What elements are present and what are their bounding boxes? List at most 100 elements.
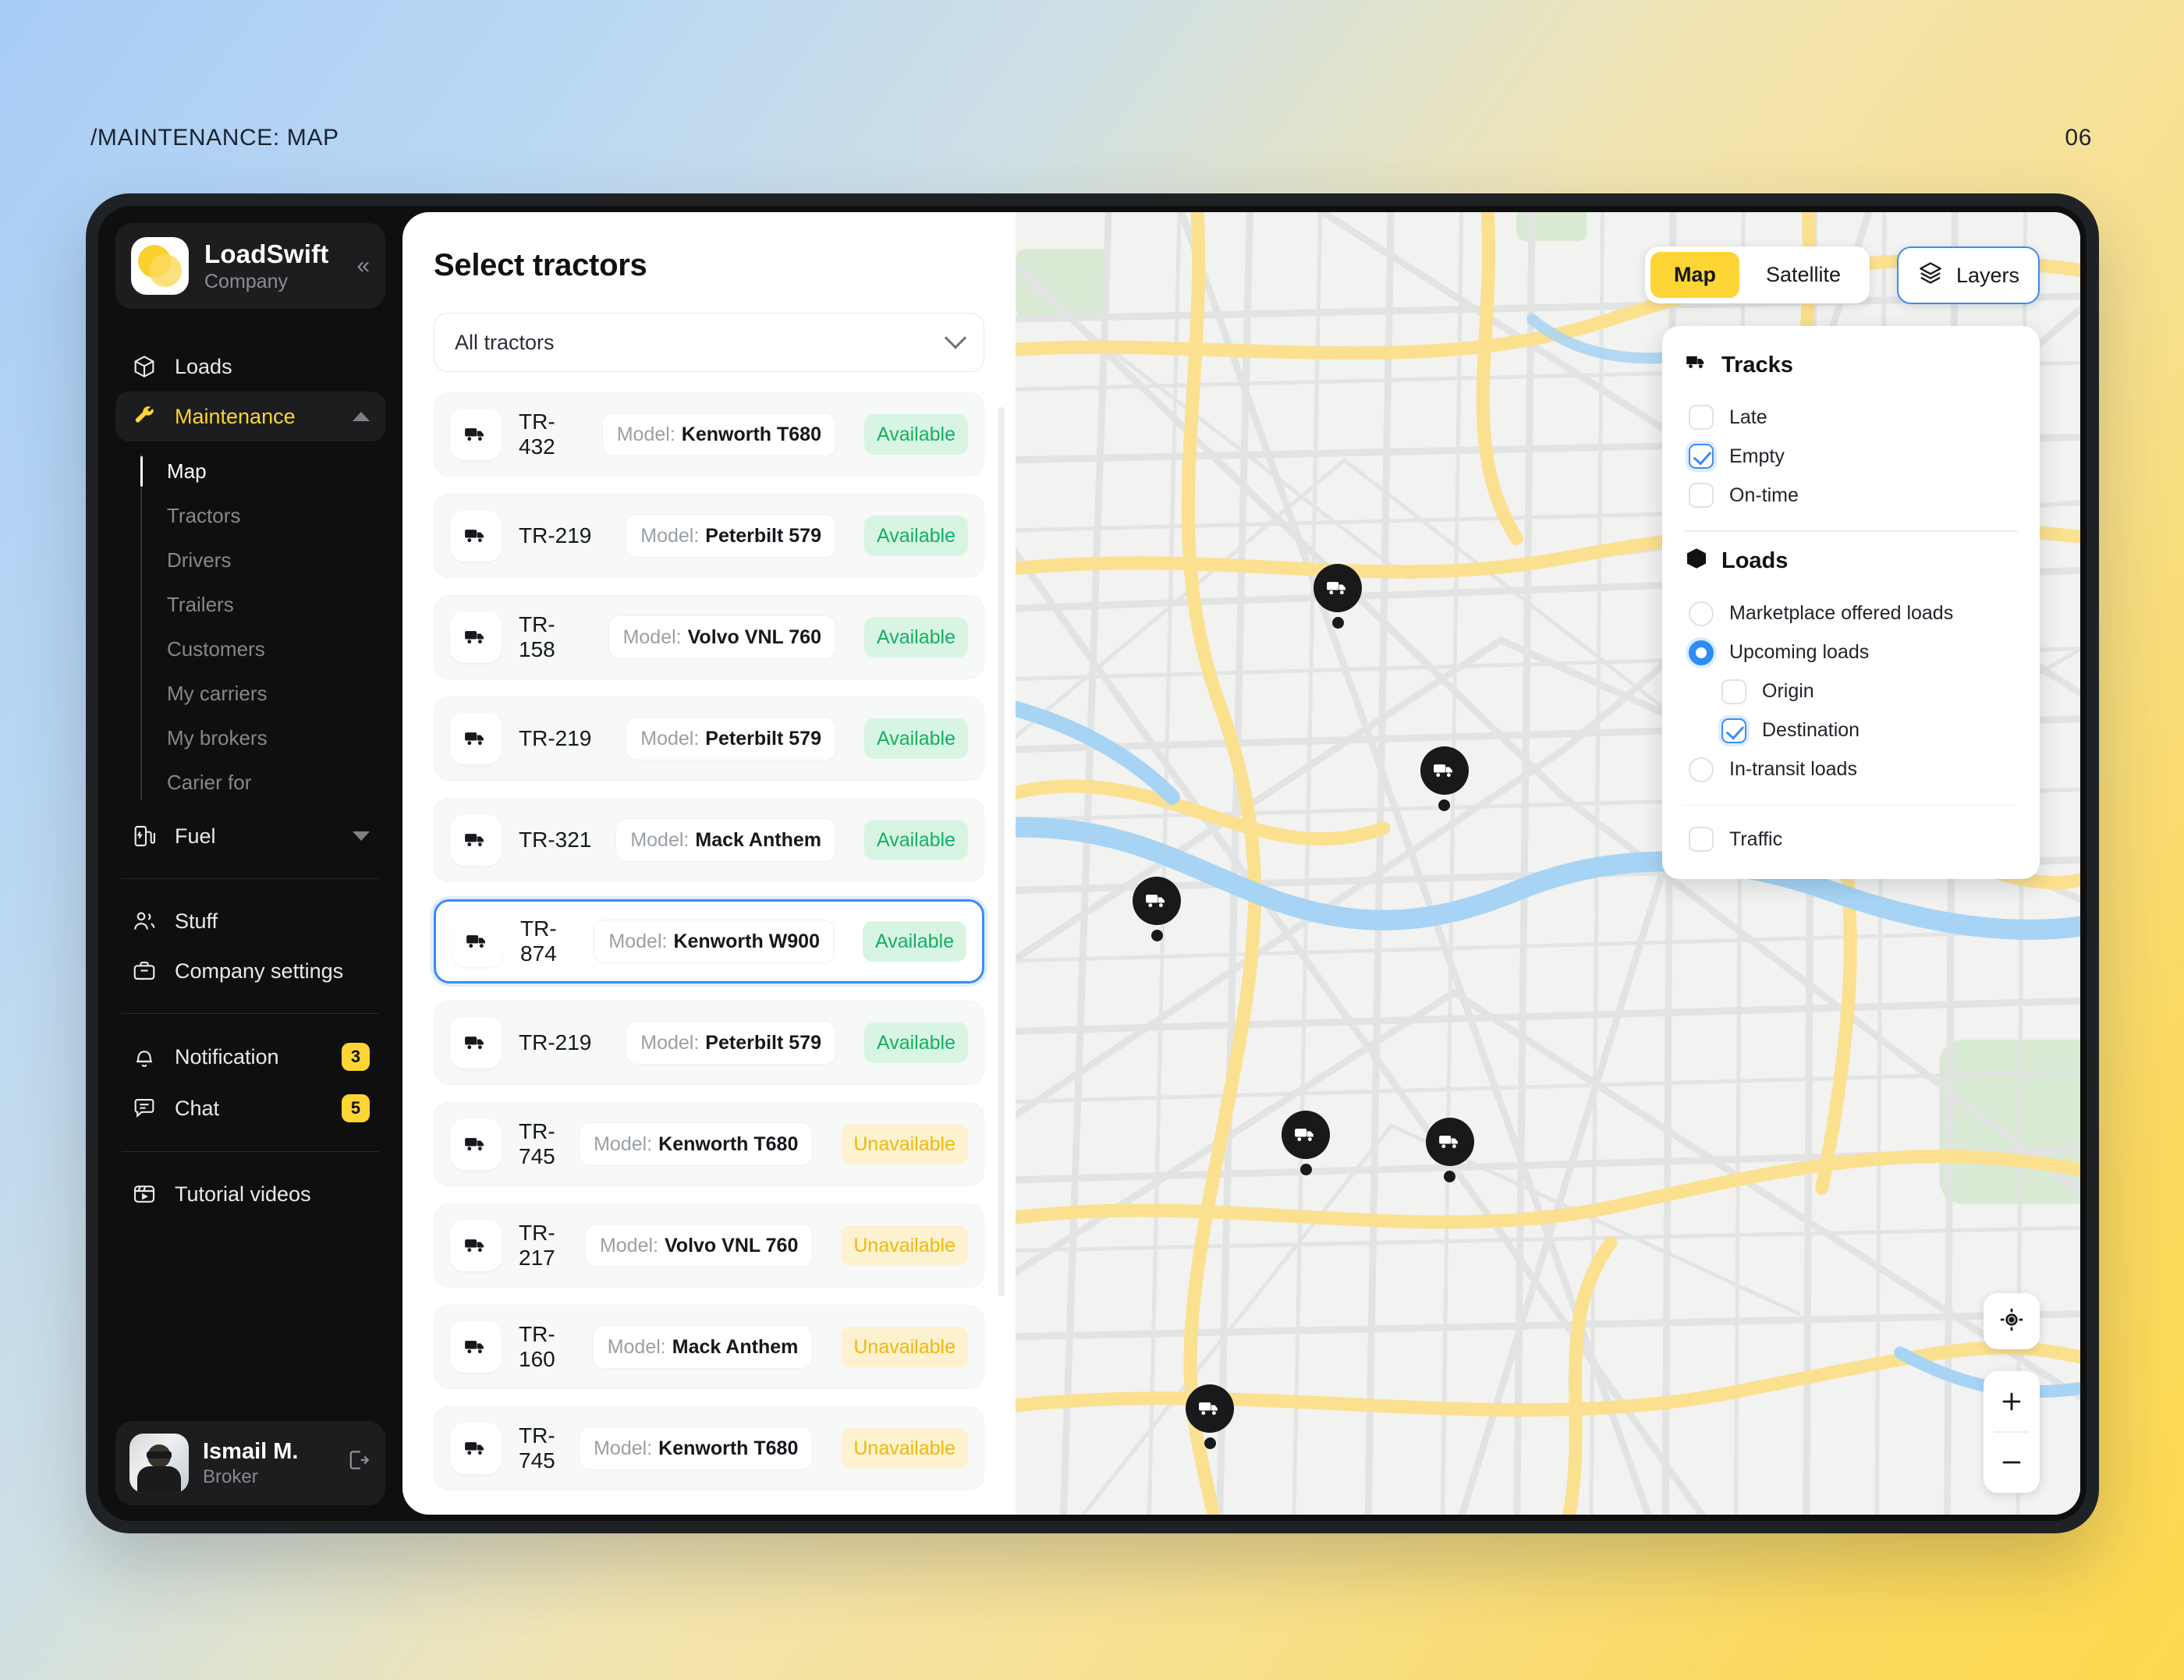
chevrons-left-icon[interactable]: « [352, 254, 370, 278]
layers-divider-1 [1684, 530, 2018, 532]
tractor-filter-select[interactable]: All tractors [434, 313, 984, 372]
truck-marker-4[interactable] [1282, 1111, 1331, 1176]
zoom-controls[interactable] [1984, 1371, 2040, 1493]
map-view-toggle[interactable]: Map Satellite [1644, 246, 1870, 303]
layer-option-late[interactable]: Late [1684, 398, 2018, 437]
sidebar-item-company-settings[interactable]: Company settings [115, 946, 385, 996]
sidebar-item-loads[interactable]: Loads [115, 342, 385, 392]
table-row[interactable]: TR-219 Model: Peterbilt 579 Available [434, 696, 984, 781]
status-badge: Available [863, 617, 968, 657]
checkbox[interactable] [1689, 483, 1714, 508]
status-badge: Unavailable [841, 1428, 968, 1469]
tracks-title: Tracks [1721, 352, 1793, 377]
tractor-id: TR-219 [519, 523, 592, 548]
satellite-mode-button[interactable]: Satellite [1743, 252, 1864, 298]
status-badge: Unavailable [841, 1327, 968, 1367]
radio[interactable] [1689, 640, 1714, 665]
layer-option-destination[interactable]: Destination [1684, 711, 2018, 750]
checkbox[interactable] [1689, 444, 1714, 469]
table-row[interactable]: TR-160 Model: Mack Anthem Unavailable [434, 1305, 984, 1389]
sidebar-item-notification[interactable]: Notification 3 [115, 1031, 385, 1083]
brand-card[interactable]: LoadSwift Company « [115, 223, 385, 309]
status-badge: Available [862, 921, 966, 962]
tractor-filter-value: All tractors [455, 330, 555, 354]
sidebar-subitem-my-carriers[interactable]: My carriers [139, 672, 385, 716]
marker-pin [1186, 1384, 1235, 1433]
layer-option-label: Origin [1762, 680, 1814, 702]
list-scrollbar[interactable] [998, 407, 1005, 1296]
device-frame: LoadSwift Company « Loads Maintenance Ma… [86, 193, 2099, 1533]
users-icon [131, 908, 158, 934]
table-row[interactable]: TR-432 Model: Kenworth T680 Available [434, 392, 984, 477]
truck-marker-3[interactable] [1133, 876, 1182, 941]
sidebar-item-tutorial-videos[interactable]: Tutorial videos [115, 1169, 385, 1219]
sidebar-item-stuff[interactable]: Stuff [115, 896, 385, 946]
sidebar-item-fuel[interactable]: Fuel [115, 811, 385, 861]
locate-button[interactable] [1984, 1293, 2040, 1349]
table-row[interactable]: TR-219 Model: Peterbilt 579 Available [434, 1001, 984, 1085]
truck-marker-2[interactable] [1420, 746, 1469, 811]
chevron-down-icon [944, 327, 967, 349]
tractor-model: Model: Peterbilt 579 [626, 1021, 836, 1065]
layer-option-traffic[interactable]: Traffic [1684, 820, 2018, 859]
layer-option-empty[interactable]: Empty [1684, 437, 2018, 476]
layers-divider-2 [1684, 804, 2018, 806]
layer-option-label: Empty [1729, 445, 1785, 467]
layer-option-label: In-transit loads [1729, 758, 1857, 780]
sidebar-subitem-carier-for[interactable]: Carier for [139, 760, 385, 805]
sidebar-subitem-drivers[interactable]: Drivers [139, 538, 385, 583]
truck-marker-5[interactable] [1425, 1117, 1474, 1182]
layer-option-in-transit-loads[interactable]: In-transit loads [1684, 750, 2018, 789]
layer-option-origin[interactable]: Origin [1684, 672, 2018, 711]
truck-icon [450, 814, 502, 866]
layer-option-on-time[interactable]: On-time [1684, 476, 2018, 515]
table-row[interactable]: TR-158 Model: Volvo VNL 760 Available [434, 595, 984, 679]
sidebar-subitem-trailers[interactable]: Trailers [139, 583, 385, 627]
layer-option-label: Upcoming loads [1729, 641, 1870, 663]
zoom-in-button[interactable] [1984, 1371, 2040, 1431]
table-row[interactable]: TR-745 Model: Kenworth T680 Unavailable [434, 1406, 984, 1490]
layers-icon [1917, 260, 1944, 292]
table-row[interactable]: TR-219 Model: Peterbilt 579 Available [434, 494, 984, 578]
table-row[interactable]: TR-321 Model: Mack Anthem Available [434, 798, 984, 882]
truck-icon [450, 1017, 502, 1069]
sidebar-subitem-tractors[interactable]: Tractors [139, 494, 385, 538]
checkbox[interactable] [1721, 679, 1746, 704]
sidebar-subitem-my-brokers[interactable]: My brokers [139, 716, 385, 760]
checkbox[interactable] [1689, 827, 1714, 852]
checkbox[interactable] [1721, 718, 1746, 743]
zoom-out-button[interactable] [1984, 1433, 2040, 1493]
chat-icon [131, 1095, 158, 1122]
table-row[interactable]: TR-217 Model: Volvo VNL 760 Unavailable [434, 1203, 984, 1288]
status-badge: Available [863, 516, 968, 556]
map-area[interactable]: Map Satellite Layers Tracks Late Empty O… [1016, 212, 2080, 1515]
sidebar-item-label: Company settings [175, 959, 344, 983]
tractor-id: TR-321 [519, 828, 592, 852]
truck-marker-1[interactable] [1314, 563, 1363, 629]
sidebar-subitem-customers[interactable]: Customers [139, 627, 385, 672]
tractor-id: TR-219 [519, 726, 592, 750]
sidebar-subitem-map[interactable]: Map [139, 449, 385, 494]
sidebar-item-maintenance[interactable]: Maintenance [115, 392, 385, 441]
sidebar-item-chat[interactable]: Chat 5 [115, 1083, 385, 1134]
user-role: Broker [203, 1466, 258, 1487]
user-profile-card[interactable]: Ismail M. Broker [115, 1421, 385, 1505]
logout-icon[interactable] [340, 1447, 371, 1480]
radio[interactable] [1689, 601, 1714, 626]
truck-marker-6[interactable] [1186, 1384, 1235, 1449]
truck-icon [450, 611, 502, 663]
status-badge: Unavailable [841, 1124, 968, 1164]
checkbox[interactable] [1689, 405, 1714, 430]
table-row[interactable]: TR-874 Model: Kenworth W900 Available [434, 899, 984, 984]
layers-button[interactable]: Layers [1896, 246, 2040, 304]
map-mode-button[interactable]: Map [1650, 252, 1739, 298]
brand-text: LoadSwift Company [204, 239, 336, 293]
tractor-model: Model: Volvo VNL 760 [584, 1224, 814, 1267]
radio[interactable] [1689, 757, 1714, 782]
layers-panel: Tracks Late Empty On-time Loads Marketpl… [1662, 326, 2040, 879]
layer-option-marketplace-loads[interactable]: Marketplace offered loads [1684, 594, 2018, 633]
layer-option-upcoming-loads[interactable]: Upcoming loads [1684, 633, 2018, 672]
table-row[interactable]: TR-745 Model: Kenworth T680 Unavailable [434, 1102, 984, 1186]
truck-icon [450, 510, 502, 562]
marker-anchor-dot [1150, 929, 1163, 941]
